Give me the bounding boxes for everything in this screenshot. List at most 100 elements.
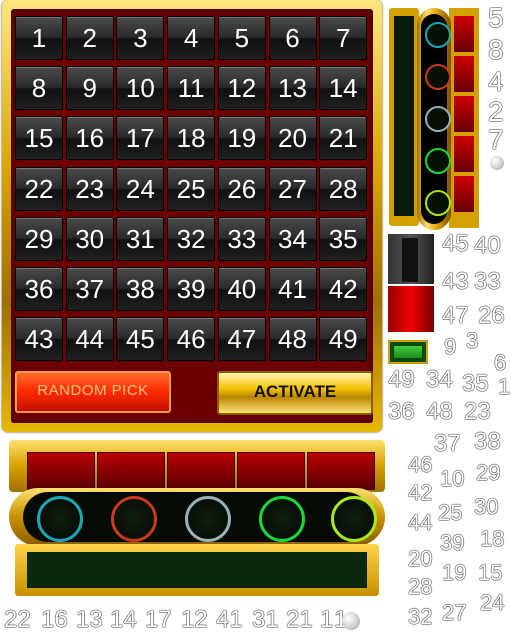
side-drum: [417, 8, 451, 230]
side-ball-slot: [425, 106, 451, 132]
number-cell-25[interactable]: 25: [167, 166, 216, 211]
number-cell-8[interactable]: 8: [15, 66, 63, 111]
number-cell-37[interactable]: 37: [65, 267, 114, 311]
number-cell-4[interactable]: 4: [167, 16, 216, 60]
side-ball-slot: [425, 190, 451, 216]
number-cell-7[interactable]: 7: [319, 16, 368, 60]
number-cell-20[interactable]: 20: [268, 116, 317, 161]
number-cell-39[interactable]: 39: [167, 267, 216, 311]
number-cell-34[interactable]: 34: [268, 216, 317, 261]
number-cell-30[interactable]: 30: [65, 216, 114, 261]
number-cell-12[interactable]: 12: [217, 66, 266, 111]
sprite-number: 8: [488, 34, 504, 65]
sprite-number: 1: [498, 374, 511, 399]
number-cell-29[interactable]: 29: [15, 216, 63, 261]
sprite-number: 13: [76, 606, 103, 633]
result-slot: [307, 452, 375, 490]
sprite-number: 45: [442, 230, 469, 257]
number-cell-10[interactable]: 10: [116, 66, 165, 111]
number-cell-42[interactable]: 42: [319, 267, 368, 311]
result-slot: [237, 452, 305, 490]
sprite-number: 18: [480, 526, 505, 551]
sprite-number: 5: [488, 2, 504, 33]
number-cell-46[interactable]: 46: [167, 317, 216, 362]
sprite-number: 26: [478, 302, 505, 329]
number-cell-26[interactable]: 26: [217, 166, 266, 211]
number-cell-22[interactable]: 22: [15, 166, 63, 211]
number-cell-19[interactable]: 19: [217, 116, 266, 161]
pearl-ball-icon: [342, 612, 360, 630]
ball-slot: [331, 496, 377, 542]
number-cell-24[interactable]: 24: [116, 166, 165, 211]
sprite-number: 3: [466, 328, 479, 353]
number-cell-36[interactable]: 36: [15, 267, 63, 311]
side-slot: [454, 136, 474, 172]
number-cell-47[interactable]: 47: [217, 317, 266, 362]
number-cell-2[interactable]: 2: [65, 16, 114, 60]
number-cell-32[interactable]: 32: [167, 216, 216, 261]
number-cell-31[interactable]: 31: [116, 216, 165, 261]
sprite-number: 24: [480, 590, 505, 615]
sprite-number: 38: [474, 428, 501, 455]
sprite-number: 48: [426, 398, 453, 425]
side-slot: [454, 96, 474, 132]
side-slot: [454, 16, 474, 52]
number-cell-35[interactable]: 35: [319, 216, 368, 261]
sprite-number: 17: [145, 606, 172, 633]
number-cell-41[interactable]: 41: [268, 267, 317, 311]
sprite-number: 44: [408, 510, 433, 535]
number-cell-48[interactable]: 48: [268, 317, 317, 362]
number-cell-9[interactable]: 9: [65, 66, 114, 111]
ball-slot: [185, 496, 231, 542]
sprite-number: 47: [442, 302, 469, 329]
number-cell-13[interactable]: 13: [268, 66, 317, 111]
activate-button[interactable]: ACTIVATE: [217, 371, 373, 415]
sprite-number: 40: [474, 232, 501, 259]
side-reel-frame: [389, 8, 419, 226]
number-cell-27[interactable]: 27: [268, 166, 317, 211]
sprite-number: 35: [462, 370, 489, 397]
random-pick-button[interactable]: RANDOM PICK: [15, 371, 171, 413]
level-meter: [388, 234, 434, 334]
number-cell-18[interactable]: 18: [167, 116, 216, 161]
number-cell-49[interactable]: 49: [319, 317, 368, 362]
number-cell-15[interactable]: 15: [15, 116, 63, 161]
number-cell-44[interactable]: 44: [65, 317, 114, 362]
number-cell-5[interactable]: 5: [217, 16, 266, 60]
pearl-ball-icon: [490, 156, 504, 170]
sprite-number: 42: [408, 480, 433, 505]
number-cell-1[interactable]: 1: [15, 16, 63, 60]
number-cell-21[interactable]: 21: [319, 116, 368, 161]
sprite-number: 21: [286, 606, 313, 633]
sprite-number: 20: [408, 546, 433, 571]
sprite-number: 25: [438, 500, 463, 525]
number-cell-16[interactable]: 16: [65, 116, 114, 161]
sprite-number: 49: [388, 366, 415, 393]
number-cell-38[interactable]: 38: [116, 267, 165, 311]
number-cell-6[interactable]: 6: [268, 16, 317, 60]
side-ball-slot: [425, 148, 451, 174]
sprite-number: 6: [494, 350, 507, 375]
draw-machine: [9, 440, 385, 602]
number-cell-40[interactable]: 40: [217, 267, 266, 311]
number-cell-14[interactable]: 14: [319, 66, 368, 111]
number-cell-3[interactable]: 3: [116, 16, 165, 60]
sprite-number: 43: [442, 268, 469, 295]
sprite-number: 34: [426, 366, 453, 393]
result-slots-panel: [9, 440, 385, 492]
number-cell-33[interactable]: 33: [217, 216, 266, 261]
sprite-number: 30: [474, 494, 499, 519]
result-slot: [97, 452, 165, 490]
number-cell-43[interactable]: 43: [15, 317, 63, 362]
number-cell-23[interactable]: 23: [65, 166, 114, 211]
number-cell-28[interactable]: 28: [319, 166, 368, 211]
sprite-number: 16: [41, 606, 68, 633]
sprite-number: 19: [442, 560, 467, 585]
number-cell-45[interactable]: 45: [116, 317, 165, 362]
number-cell-17[interactable]: 17: [116, 116, 165, 161]
number-cell-11[interactable]: 11: [167, 66, 216, 111]
sprite-number: 39: [440, 530, 465, 555]
side-ball-reel: [389, 8, 479, 230]
sprite-number: 28: [408, 574, 433, 599]
sprite-number: 31: [252, 606, 279, 633]
